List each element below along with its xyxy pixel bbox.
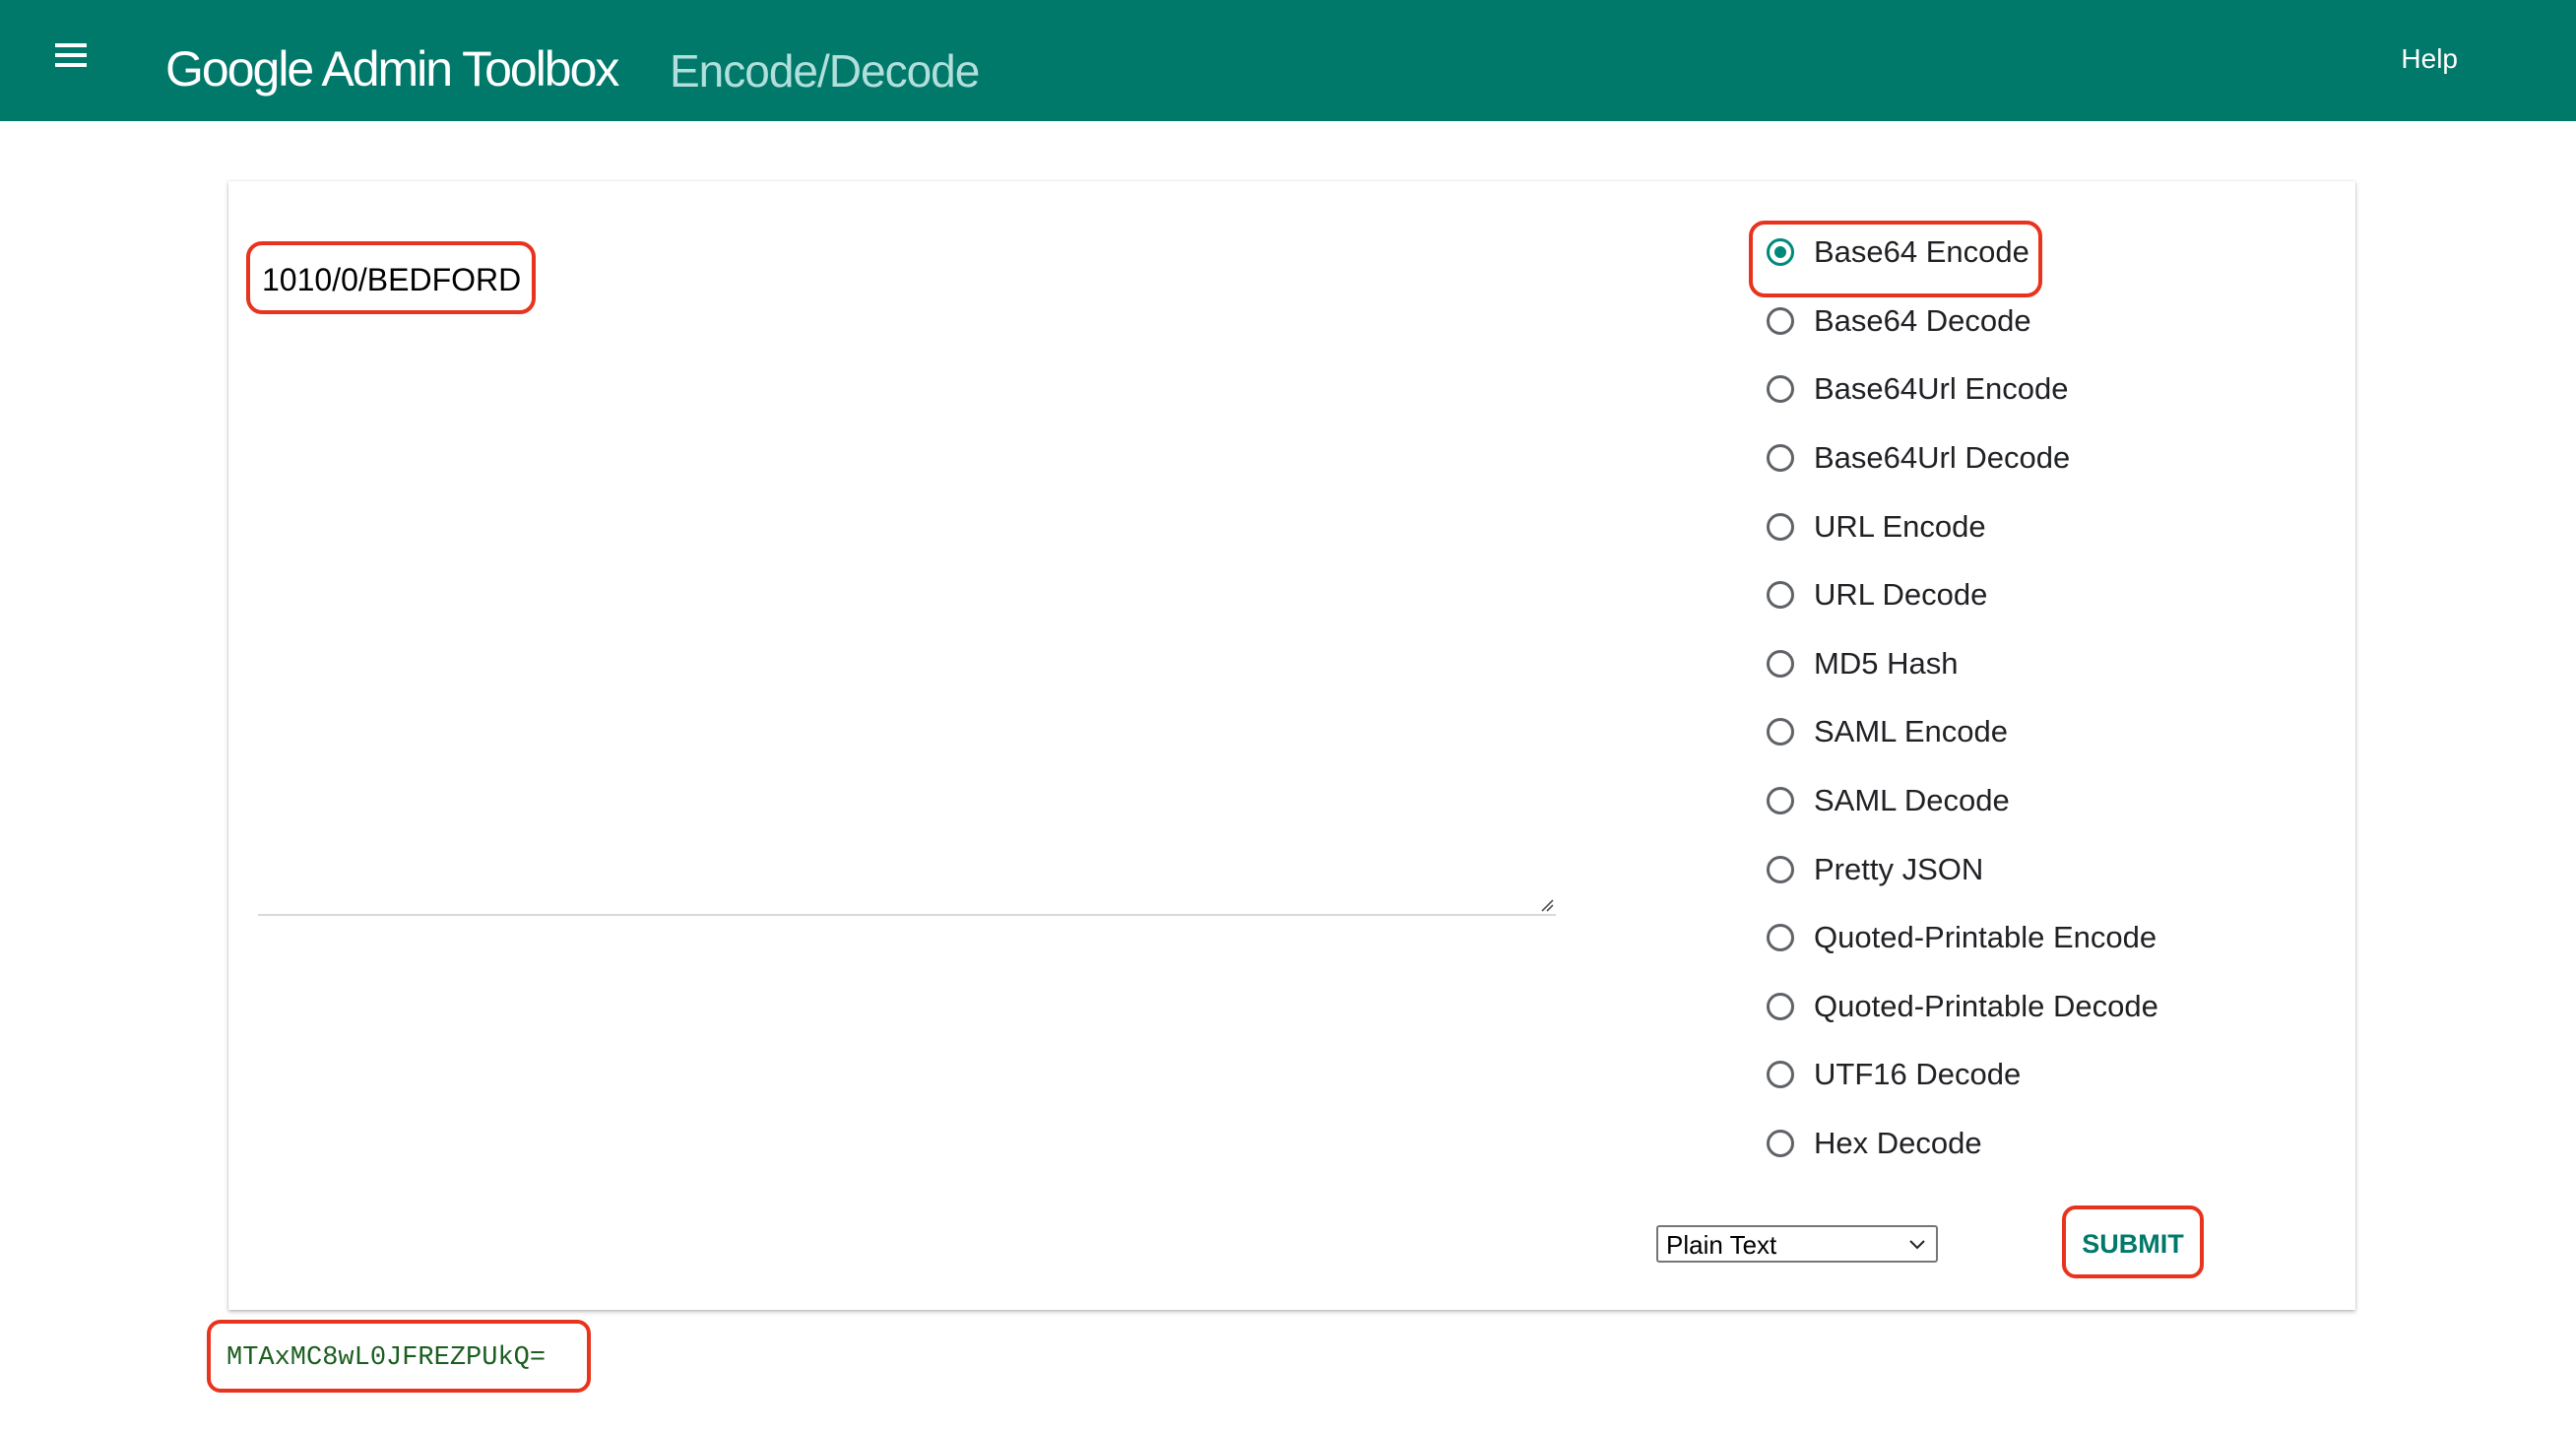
main-card: 1010/0/BEDFORD Base64 Encode Base64 Deco…	[228, 181, 2355, 1310]
format-select[interactable]: Plain Text	[1656, 1225, 1938, 1263]
radio-label: URL Encode	[1814, 509, 1986, 544]
radio-unchecked-icon[interactable]	[1767, 787, 1794, 814]
input-textarea[interactable]: 1010/0/BEDFORD	[246, 240, 1556, 916]
output-highlight: MTAxMC8wL0JFREZPUkQ=	[207, 1320, 591, 1393]
radio-label: SAML Decode	[1814, 783, 2010, 817]
radio-label: URL Decode	[1814, 577, 1988, 612]
radio-label: Base64 Decode	[1814, 303, 2031, 338]
radio-label: MD5 Hash	[1814, 646, 1959, 681]
resize-handle-icon[interactable]	[1538, 896, 1554, 912]
radio-unchecked-icon[interactable]	[1767, 993, 1794, 1020]
app-title: Google Admin Toolbox	[165, 41, 619, 97]
radio-unchecked-icon[interactable]	[1767, 307, 1794, 335]
help-link[interactable]: Help	[2401, 41, 2458, 77]
radio-unchecked-icon[interactable]	[1767, 513, 1794, 541]
radio-unchecked-icon[interactable]	[1767, 718, 1794, 746]
radio-label: Base64Url Encode	[1814, 371, 2069, 406]
radio-unchecked-icon[interactable]	[1767, 1130, 1794, 1157]
submit-button[interactable]: SUBMIT	[2062, 1205, 2204, 1278]
radio-unchecked-icon[interactable]	[1767, 375, 1794, 403]
radio-checked-icon[interactable]	[1767, 238, 1794, 266]
page-subtitle: Encode/Decode	[670, 45, 980, 97]
radio-unchecked-icon[interactable]	[1767, 1061, 1794, 1088]
app-header: Google Admin Toolbox Encode/Decode Help	[0, 0, 2576, 121]
radio-label: Hex Decode	[1814, 1126, 1982, 1160]
input-highlight	[246, 241, 536, 314]
radio-label: UTF16 Decode	[1814, 1057, 2022, 1091]
menu-icon[interactable]	[51, 41, 91, 73]
radio-label: Quoted-Printable Decode	[1814, 989, 2158, 1023]
radio-unchecked-icon[interactable]	[1767, 581, 1794, 609]
chevron-down-icon	[1909, 1240, 1925, 1250]
radio-unchecked-icon[interactable]	[1767, 924, 1794, 951]
radio-unchecked-icon[interactable]	[1767, 444, 1794, 472]
radio-unchecked-icon[interactable]	[1767, 856, 1794, 883]
submit-label: SUBMIT	[2082, 1229, 2184, 1259]
radio-label: SAML Encode	[1814, 714, 2009, 749]
radio-label: Pretty JSON	[1814, 852, 1984, 886]
radio-label: Base64Url Decode	[1814, 440, 2071, 475]
radio-label: Base64 Encode	[1814, 234, 2029, 269]
radio-unchecked-icon[interactable]	[1767, 650, 1794, 678]
format-select-value: Plain Text	[1666, 1230, 1777, 1260]
radio-label: Quoted-Printable Encode	[1814, 920, 2157, 954]
output-result: MTAxMC8wL0JFREZPUkQ=	[226, 1343, 547, 1373]
